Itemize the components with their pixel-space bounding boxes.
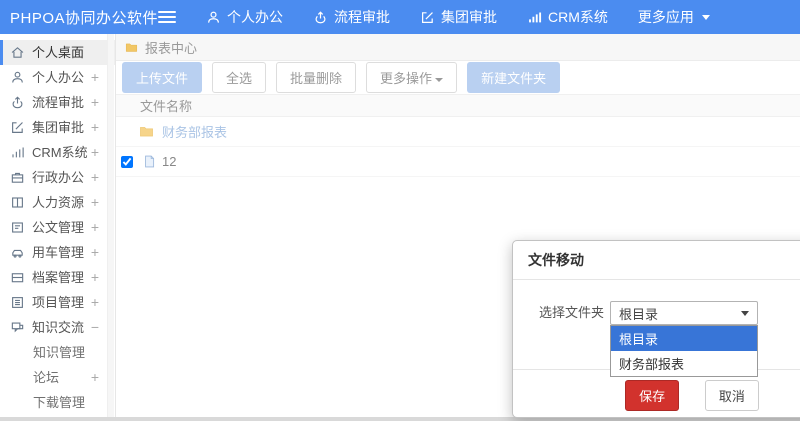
caret-down-icon [701, 14, 710, 20]
menu-toggle-icon[interactable] [158, 8, 176, 26]
folder-select-label: 选择文件夹 [539, 305, 605, 320]
sidebar-subitem-forum[interactable]: 论坛 + [0, 365, 115, 390]
nav-item-crm[interactable]: CRM系统 [527, 7, 608, 27]
upload-file-button[interactable]: 上传文件 [122, 62, 203, 93]
sidebar-item-vehicle-management[interactable]: 用车管理 + [0, 240, 115, 265]
toolbar: 上传文件 全选 批量删除 更多操作 新建文件夹 [116, 61, 800, 94]
table-row-file[interactable]: 12 [116, 147, 800, 177]
file-name: 12 [162, 154, 177, 169]
file-move-dialog: 文件移动 选择文件夹 根目录 根目录 财务部报表 保存 取消 [512, 240, 800, 418]
expand-icon[interactable]: + [89, 165, 99, 190]
breadcrumb-label: 报表中心 [145, 40, 198, 56]
sidebar-subitem-knowledge-management[interactable]: 知识管理 [0, 340, 115, 365]
folder-select-dropdown: 根目录 财务部报表 [610, 325, 759, 377]
sidebar: 个人桌面 个人办公 + 流程审批 + 集团审批 + CRM系统 + 行政办公 + [0, 34, 116, 421]
expand-icon[interactable]: + [89, 215, 99, 240]
edit-icon [420, 10, 435, 25]
batch-delete-button[interactable]: 批量删除 [276, 62, 357, 93]
sidebar-item-workflow-approval[interactable]: 流程审批 + [0, 90, 115, 115]
nav-item-personal-office[interactable]: 个人办公 [206, 7, 283, 27]
edit-icon [10, 120, 25, 135]
car-icon [10, 245, 25, 260]
more-operations-button[interactable]: 更多操作 [366, 62, 458, 93]
caret-down-icon [435, 77, 444, 82]
file-icon [142, 154, 157, 169]
expand-icon[interactable]: + [89, 265, 99, 290]
sidebar-subitem-download-management[interactable]: 下载管理 [0, 390, 115, 415]
briefcase-icon [10, 170, 25, 185]
bar-chart-icon [10, 145, 25, 160]
expand-icon[interactable]: + [89, 140, 99, 165]
sidebar-item-personal-desktop[interactable]: 个人桌面 [0, 40, 115, 65]
dropdown-option-root[interactable]: 根目录 [611, 326, 758, 351]
file-checkbox[interactable] [121, 155, 133, 168]
folder-select: 根目录 根目录 财务部报表 [610, 301, 759, 377]
selected-option-text: 根目录 [619, 306, 659, 322]
chat-icon [10, 320, 25, 335]
folder-icon [124, 41, 139, 54]
select-all-button[interactable]: 全选 [212, 62, 267, 93]
sidebar-item-archive-management[interactable]: 档案管理 + [0, 265, 115, 290]
expand-icon[interactable]: + [89, 290, 99, 315]
sidebar-item-document-management[interactable]: 公文管理 + [0, 215, 115, 240]
sidebar-item-admin-office[interactable]: 行政办公 + [0, 165, 115, 190]
sidebar-scrollbar[interactable] [107, 34, 114, 421]
sidebar-item-project-management[interactable]: 项目管理 + [0, 290, 115, 315]
new-folder-button[interactable]: 新建文件夹 [467, 62, 561, 93]
sidebar-item-knowledge-exchange[interactable]: 知识交流 − [0, 315, 115, 340]
expand-icon[interactable]: + [89, 115, 99, 140]
person-icon [10, 70, 25, 85]
app-logo: PHPOA协同办公软件 [10, 9, 159, 27]
breadcrumb: 报表中心 [116, 34, 800, 61]
top-navbar: PHPOA协同办公软件 个人办公 流程审批 集团审批 CRM系统 更多应用 [0, 0, 800, 34]
person-icon [206, 10, 221, 25]
expand-icon[interactable]: + [89, 365, 99, 390]
sidebar-item-human-resources[interactable]: 人力资源 + [0, 190, 115, 215]
folder-select-box[interactable]: 根目录 [610, 301, 759, 325]
cancel-button[interactable]: 取消 [704, 380, 759, 411]
archive-icon [10, 270, 25, 285]
top-nav: 个人办公 流程审批 集团审批 CRM系统 更多应用 [206, 7, 740, 27]
approval-icon [10, 95, 25, 110]
sidebar-item-personal-office[interactable]: 个人办公 + [0, 65, 115, 90]
collapse-icon[interactable]: − [89, 315, 99, 340]
dialog-title: 文件移动 [528, 252, 584, 268]
expand-icon[interactable]: + [89, 65, 99, 90]
save-button[interactable]: 保存 [625, 380, 680, 411]
expand-icon[interactable]: + [89, 240, 99, 265]
expand-icon[interactable]: + [89, 90, 99, 115]
folder-link[interactable]: 财务部报表 [162, 122, 227, 141]
nav-item-workflow-approval[interactable]: 流程审批 [313, 7, 390, 27]
sidebar-item-crm[interactable]: CRM系统 + [0, 140, 115, 165]
nav-item-group-approval[interactable]: 集团审批 [420, 7, 497, 27]
dialog-header: 文件移动 [513, 241, 800, 280]
table-row-folder[interactable]: 财务部报表 [116, 117, 800, 147]
expand-icon[interactable]: + [89, 190, 99, 215]
dialog-body: 选择文件夹 根目录 根目录 财务部报表 [513, 280, 800, 377]
dropdown-option-finance-reports[interactable]: 财务部报表 [611, 351, 757, 376]
file-list-header: 文件名称 [116, 94, 800, 117]
sidebar-item-group-approval[interactable]: 集团审批 + [0, 115, 115, 140]
bar-chart-icon [527, 10, 542, 25]
folder-icon [138, 124, 155, 139]
project-icon [10, 295, 25, 310]
caret-down-icon [741, 310, 750, 316]
book-icon [10, 195, 25, 210]
home-icon [10, 45, 25, 60]
document-icon [10, 220, 25, 235]
nav-item-more-apps[interactable]: 更多应用 [638, 7, 710, 27]
approval-icon [313, 10, 328, 25]
